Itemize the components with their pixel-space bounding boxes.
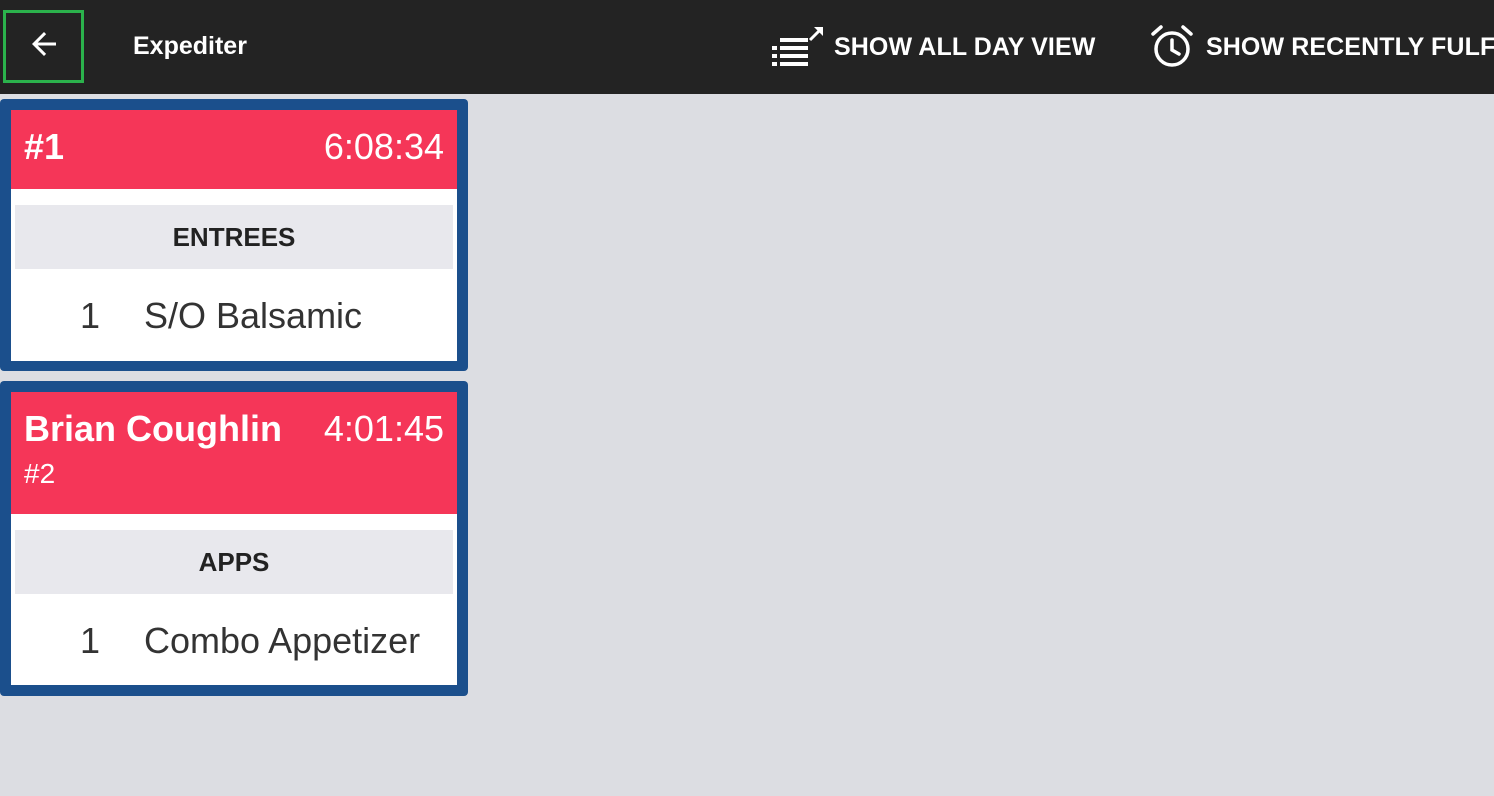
item-quantity: 1 [80, 295, 101, 336]
show-recently-fulfilled-label: SHOW RECENTLY FULF [1206, 32, 1494, 61]
list-expand-icon [770, 24, 824, 70]
ticket-body: ENTREES 1 S/O Balsamic [11, 189, 457, 361]
back-button[interactable] [3, 10, 84, 83]
item-quantity: 1 [80, 620, 101, 661]
course-section-header: ENTREES [15, 205, 453, 269]
ticket-timer: 6:08:34 [323, 126, 444, 167]
ticket-name: Brian Coughlin [24, 408, 282, 449]
ticket-name: #1 [24, 126, 65, 167]
ticket-timer: 4:01:45 [323, 408, 444, 449]
order-ticket[interactable]: #1 6:08:34 ENTREES 1 S/O Balsamic [0, 99, 468, 371]
ticket-header[interactable]: #1 6:08:34 [11, 110, 457, 189]
ticket-number: #2 [24, 458, 56, 489]
ticket-item[interactable]: 1 S/O Balsamic [11, 289, 457, 345]
order-ticket[interactable]: Brian Coughlin 4:01:45 #2 APPS 1 Combo A… [0, 381, 468, 696]
arrow-left-icon [26, 26, 62, 67]
alarm-clock-icon [1148, 23, 1196, 71]
item-name: S/O Balsamic [144, 295, 363, 336]
show-all-day-view-button[interactable]: SHOW ALL DAY VIEW [770, 18, 1095, 76]
item-name: Combo Appetizer [144, 620, 421, 661]
ticket-body: APPS 1 Combo Appetizer [11, 514, 457, 685]
course-section-header: APPS [15, 530, 453, 594]
show-recently-fulfilled-button[interactable]: SHOW RECENTLY FULF [1148, 18, 1494, 76]
ticket-item[interactable]: 1 Combo Appetizer [11, 614, 457, 670]
page-title: Expediter [133, 32, 247, 60]
top-app-bar: Expediter SHOW ALL DAY VIEW SHOW RECENTL… [0, 0, 1494, 94]
ticket-header[interactable]: Brian Coughlin 4:01:45 #2 [11, 392, 457, 514]
show-all-day-view-label: SHOW ALL DAY VIEW [834, 32, 1096, 61]
